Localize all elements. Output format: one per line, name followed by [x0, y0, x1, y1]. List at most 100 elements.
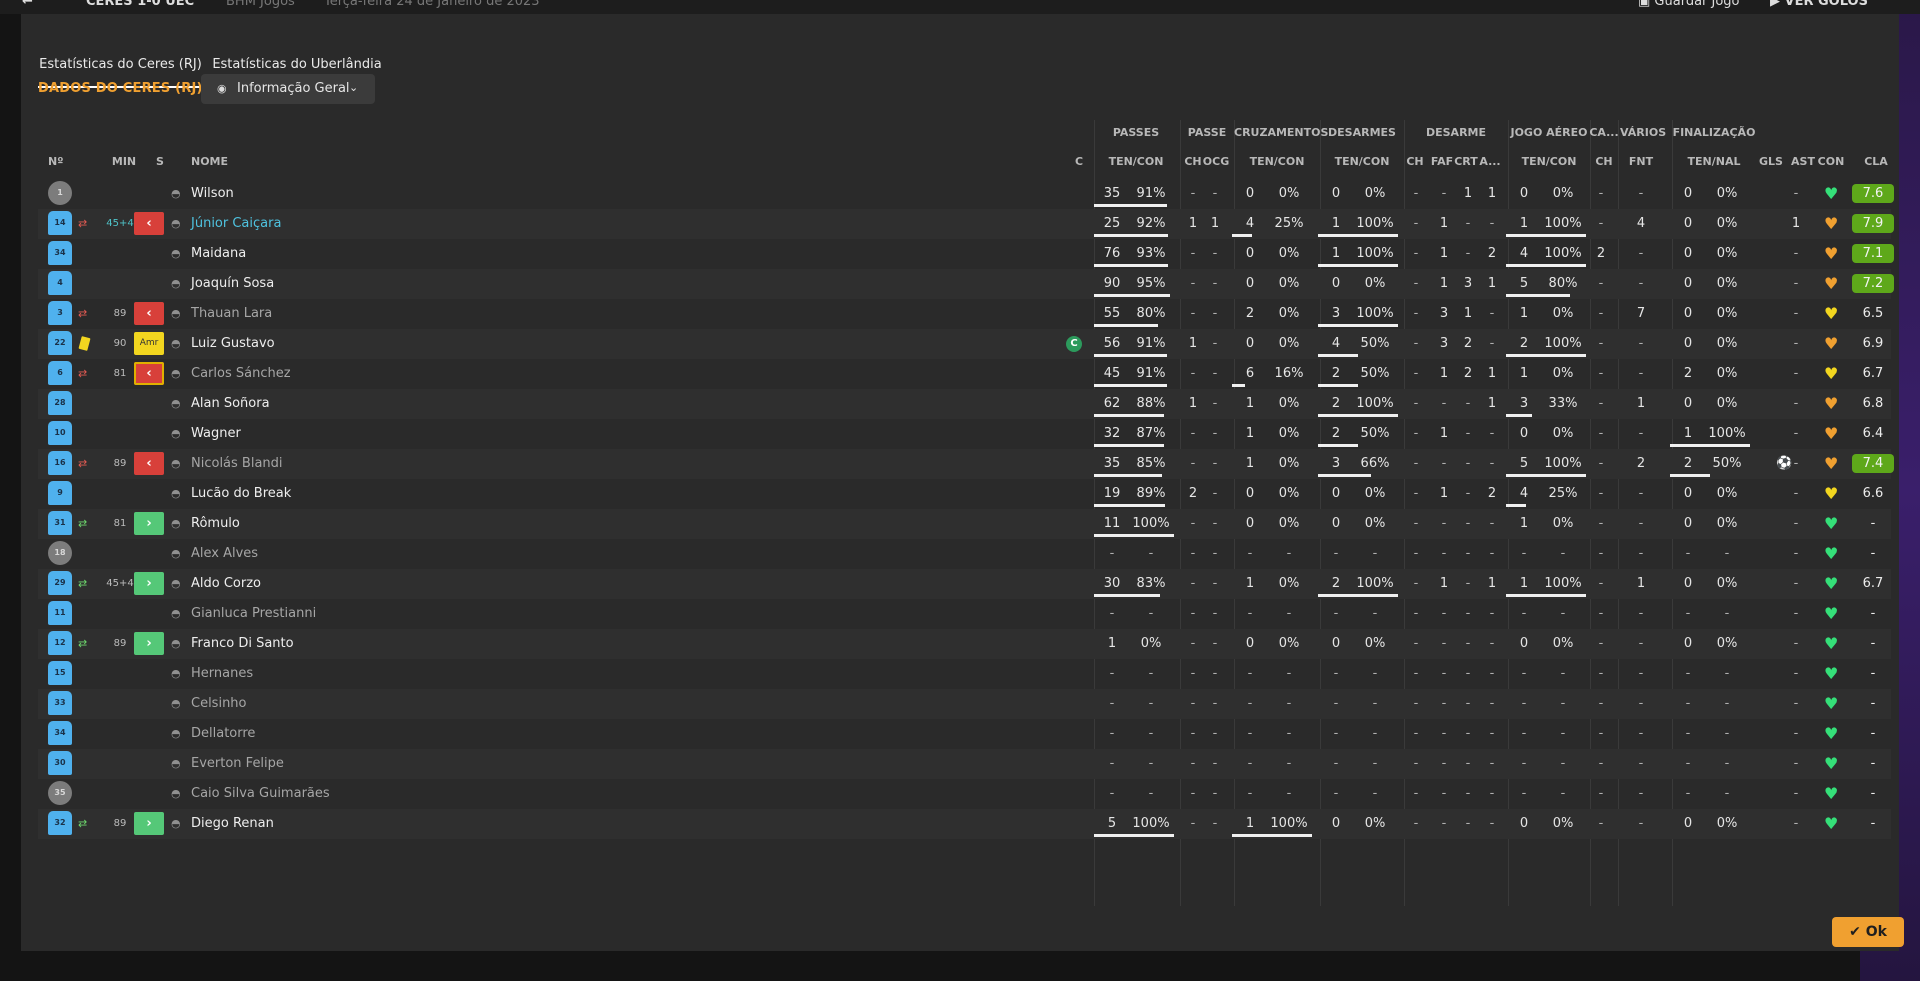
player-name[interactable]: Hernanes: [191, 659, 253, 689]
table-row[interactable]: 18 ◓ Alex Alves - - - - - - - - - - - - - - - - - - - ♥ -: [38, 539, 1891, 569]
table-row[interactable]: 4 ◓ Joaquín Sosa 90 95% - -0 0% 0 0% -1 3 1 5 80% - -0 0%…: [38, 269, 1894, 299]
assists: 1: [1791, 216, 1801, 231]
table-row[interactable]: 29 ⇄ 45+4 › ◓ Aldo Corzo 30 83% - -1 0% 2 100% -1-1 1 1…: [38, 569, 1891, 599]
table-row[interactable]: 22 90 Amr ◓ Luiz Gustavo C 56 91% 1-0 0% 4 50% -3 2-2…: [38, 329, 1891, 359]
player-name[interactable]: Luiz Gustavo: [191, 329, 275, 359]
player-name[interactable]: Joaquín Sosa: [191, 269, 274, 299]
column-header-num[interactable]: Nº: [48, 155, 72, 168]
aerial-attempts: 0: [1519, 636, 1529, 651]
des-faf: 1: [1439, 246, 1449, 261]
column-header-pass-ch[interactable]: CH: [1182, 155, 1204, 168]
player-name[interactable]: Wagner: [191, 419, 241, 449]
player-name[interactable]: Caio Silva Guimarães: [191, 779, 330, 809]
column-header-c[interactable]: C: [1072, 155, 1086, 168]
column-header-cla[interactable]: CLA: [1856, 155, 1896, 168]
column-header-s[interactable]: S: [150, 155, 170, 168]
player-profile-icon: ◓: [171, 307, 181, 320]
table-row[interactable]: 34 ◓ Dellatorre - - - - - - - - - - - - - - - - - - - ♥ -: [38, 719, 1891, 749]
tackles-attempts: -: [1333, 786, 1339, 801]
substituted-out-button[interactable]: ‹: [134, 212, 164, 235]
column-header-des-a[interactable]: A...: [1478, 155, 1502, 168]
table-row[interactable]: 31 ⇄ 81 › ◓ Rômulo 11 100% - -0 0% 0 0% - - - -1 0% - -0 0% -…: [38, 509, 1891, 539]
table-row[interactable]: 28 ◓ Alan Soñora 62 88% 1-1 0% 2 100% - - -1 3 33% -1 0…: [38, 389, 1891, 419]
table-row[interactable]: 6 ⇄ 81 ‹ ◓ Carlos Sánchez 45 91% - -6 16% 2 50% -1 2 1 1…: [38, 359, 1891, 389]
table-row[interactable]: 33 ◓ Celsinho - - - - - - - - - - - - - - - - - - - ♥ -: [38, 689, 1891, 719]
column-header-min[interactable]: MIN: [104, 155, 144, 168]
player-name[interactable]: Carlos Sánchez: [191, 359, 291, 389]
back-arrow-icon[interactable]: ←: [22, 0, 33, 9]
tackles-percent: 50%: [1360, 336, 1390, 351]
table-row[interactable]: 30 ◓ Everton Felipe - - - - - - - - - - - - - - - - - - - ♥ -: [38, 749, 1891, 779]
substituted-in-button[interactable]: ›: [134, 632, 164, 655]
column-header-tack-tc[interactable]: TEN/CON: [1320, 155, 1404, 168]
fouls: -: [1638, 366, 1644, 381]
table-row[interactable]: 3 ⇄ 89 ‹ ◓ Thauan Lara 55 80% - -2 0% 3 100% -3 1-1 0% -…: [38, 299, 1891, 329]
table-row[interactable]: 9 ◓ Lucão do Break 19 89% 2-0 0% 0 0% -1-2 4 25% - -0…: [38, 479, 1891, 509]
table-row[interactable]: 10 ◓ Wagner 32 87% - -1 0% 2 50% -1- -0 0% - -1 100% - ♥ 6…: [38, 419, 1891, 449]
view-dropdown[interactable]: ◉ Informação Geral ⌄: [201, 74, 375, 104]
player-name[interactable]: Rômulo: [191, 509, 240, 539]
substituted-out-button[interactable]: ‹: [134, 302, 164, 325]
table-row[interactable]: 1 ◓ Wilson 35 91% - -0 0% 0 0% - -1 1 0 0% - -0 0% - ♥ 7.6: [38, 179, 1894, 209]
aerial-attempts: 0: [1519, 816, 1529, 831]
column-header-des-crt[interactable]: CRT: [1454, 155, 1478, 168]
table-row[interactable]: 16 ⇄ 89 ‹ ◓ Nicolás Blandi 35 85% - -1 0% 3 66% - - - -5…: [38, 449, 1894, 479]
player-name[interactable]: Aldo Corzo: [191, 569, 261, 599]
substituted-in-button[interactable]: ›: [134, 512, 164, 535]
player-name[interactable]: Dellatorre: [191, 719, 255, 749]
player-name[interactable]: Alex Alves: [191, 539, 258, 569]
player-name[interactable]: Nicolás Blandi: [191, 449, 283, 479]
shots-attempts: 0: [1683, 336, 1693, 351]
column-header-pass-ocg[interactable]: OCG: [1202, 155, 1230, 168]
table-row[interactable]: 34 ◓ Maidana 76 93% - -0 0% 1 100% -1-2 4 100% 2-0 0% -…: [38, 239, 1894, 269]
group-header: PASSES: [1112, 126, 1160, 139]
table-row[interactable]: 14 ⇄ 45+4 ‹ ◓ Júnior Caiçara 25 92% 1 1 4 25% 1 100% -…: [38, 209, 1894, 239]
player-name[interactable]: Lucão do Break: [191, 479, 291, 509]
player-name[interactable]: Franco Di Santo: [191, 629, 294, 659]
substituted-in-button[interactable]: ›: [134, 572, 164, 595]
column-header-pass-tc[interactable]: TEN/CON: [1094, 155, 1178, 168]
player-name[interactable]: Diego Renan: [191, 809, 274, 839]
condition-heart-icon: ♥: [1824, 724, 1839, 743]
player-name[interactable]: Alan Soñora: [191, 389, 270, 419]
table-row[interactable]: 15 ◓ Hernanes - - - - - - - - - - - - - - - - - - - ♥ -: [38, 659, 1891, 689]
player-name[interactable]: Gianluca Prestianni: [191, 599, 316, 629]
player-name[interactable]: Wilson: [191, 179, 234, 209]
table-row[interactable]: 12 ⇄ 89 › ◓ Franco Di Santo 1 0% - -0 0% 0 0% - - - -0 0%…: [38, 629, 1891, 659]
column-header-gls[interactable]: GLS: [1758, 155, 1784, 168]
eye-icon: ◉: [217, 82, 227, 95]
column-header-des-faf[interactable]: FAF: [1430, 155, 1454, 168]
save-game-button[interactable]: ▣ Guardar Jogo: [1638, 0, 1740, 9]
table-row[interactable]: 35 ◓ Caio Silva Guimarães - - - - - - - - - - - - - - - - -…: [38, 779, 1891, 809]
des-faf: -: [1441, 756, 1447, 771]
key-passes: -: [1190, 276, 1196, 291]
passes-percent: -: [1148, 606, 1154, 621]
shots-percent: 0%: [1716, 276, 1738, 291]
column-header-fin-tn[interactable]: TEN/NAL: [1672, 155, 1756, 168]
substituted-in-button[interactable]: ›: [134, 812, 164, 835]
table-row[interactable]: 11 ◓ Gianluca Prestianni - - - - - - - - - - - - - - - - - -…: [38, 599, 1891, 629]
column-header-air-tc[interactable]: TEN/CON: [1508, 155, 1590, 168]
player-name[interactable]: Everton Felipe: [191, 749, 284, 779]
column-header-var-fnt[interactable]: FNT: [1628, 155, 1654, 168]
substituted-out-button[interactable]: ‹: [134, 362, 164, 385]
column-header-ca-ch[interactable]: CH: [1592, 155, 1616, 168]
tackles-percent: 0%: [1364, 516, 1386, 531]
column-header-con[interactable]: CON: [1816, 155, 1846, 168]
player-name[interactable]: Maidana: [191, 239, 246, 269]
player-name[interactable]: Thauan Lara: [191, 299, 272, 329]
column-header-cross-tc[interactable]: TEN/CON: [1234, 155, 1320, 168]
column-header-ast[interactable]: AST: [1790, 155, 1816, 168]
ca-ch: -: [1598, 216, 1604, 231]
column-header-name[interactable]: NOME: [191, 155, 251, 168]
crosses-percent: 0%: [1278, 306, 1300, 321]
ok-button[interactable]: ✔ Ok: [1832, 917, 1904, 947]
view-goals-button[interactable]: ▶ VER GOLOS: [1770, 0, 1868, 9]
player-name[interactable]: Júnior Caiçara: [191, 209, 281, 239]
assists: -: [1793, 246, 1799, 261]
player-name[interactable]: Celsinho: [191, 689, 247, 719]
table-row[interactable]: 32 ⇄ 89 › ◓ Diego Renan 5 100% - -1 100% 0 0% - - - -0 0%…: [38, 809, 1891, 839]
column-header-des-ch[interactable]: CH: [1404, 155, 1426, 168]
aerial-percent: -: [1560, 546, 1566, 561]
substituted-out-button[interactable]: ‹: [134, 452, 164, 475]
